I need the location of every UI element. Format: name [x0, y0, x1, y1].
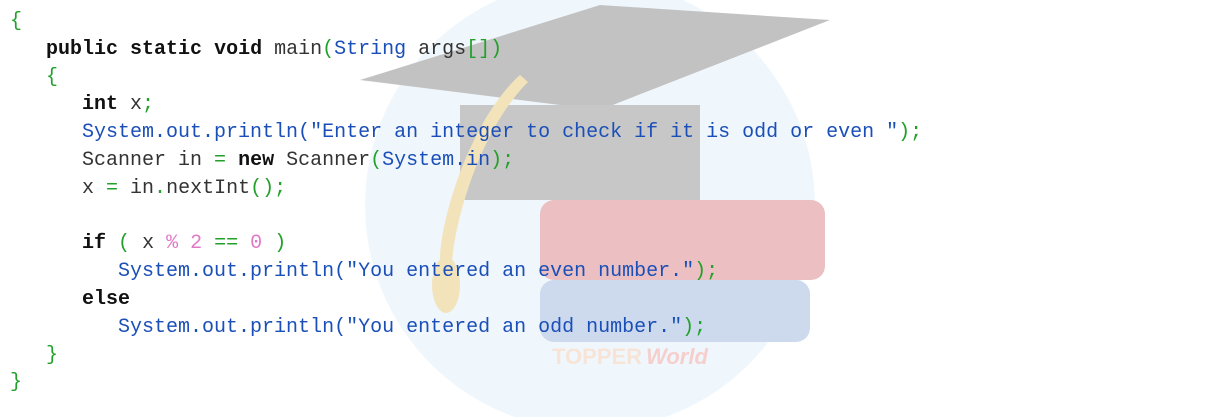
- punctuation-token: );: [694, 260, 719, 284]
- code-line: {: [10, 64, 922, 92]
- punctuation-token: );: [490, 148, 515, 172]
- code-line: {: [10, 8, 922, 36]
- method-call-token: System.out.println(: [118, 315, 347, 339]
- keyword-token: new: [238, 148, 275, 172]
- text-token: nextInt: [166, 176, 251, 200]
- code-line: else: [10, 286, 922, 314]
- string-literal-token: "You entered an even number.": [346, 260, 695, 284]
- code-line: System.out.println("You entered an odd n…: [10, 314, 922, 342]
- operator-token: =: [106, 176, 119, 200]
- text-token: x: [118, 93, 143, 117]
- keyword-token: if: [82, 232, 107, 256]
- operator-token: =: [214, 148, 227, 172]
- code-line: if ( x % 2 == 0 ): [10, 230, 922, 258]
- number-token: 2: [190, 232, 203, 256]
- punctuation-token: ;: [142, 93, 155, 117]
- text-token: x: [130, 232, 167, 256]
- text-token: args: [406, 37, 467, 61]
- code-line: }: [10, 369, 922, 397]
- string-literal-token: "Enter an integer to check if it is odd …: [310, 121, 899, 145]
- code-line: public static void main(String args[]): [10, 36, 922, 64]
- punctuation-token: (: [322, 37, 335, 61]
- keyword-token: public: [46, 37, 119, 61]
- text-token: Scanner: [274, 148, 371, 172]
- method-call-token: System.out.println(: [82, 121, 311, 145]
- code-line: System.out.println("Enter an integer to …: [10, 119, 922, 147]
- text-token: in: [118, 176, 155, 200]
- java-code-block: { public static void main(String args[])…: [10, 8, 922, 397]
- text-token: x: [10, 176, 107, 200]
- method-call-token: String: [334, 37, 407, 61]
- punctuation-token: );: [898, 121, 923, 145]
- method-call-token: System.in: [382, 148, 491, 172]
- code-line: }: [10, 342, 922, 370]
- punctuation-token: []): [466, 37, 503, 61]
- keyword-token: static: [130, 37, 203, 61]
- punctuation-token: {: [10, 10, 23, 33]
- text-token: main: [262, 37, 323, 61]
- punctuation-token: ();: [250, 176, 287, 200]
- punctuation-token: );: [682, 315, 707, 339]
- punctuation-token: {: [46, 65, 59, 89]
- punctuation-token: }: [10, 371, 23, 395]
- method-call-token: System.out.println(: [118, 260, 347, 284]
- keyword-token: void: [214, 37, 263, 61]
- punctuation-token: }: [46, 343, 59, 367]
- punctuation-token: .: [154, 176, 167, 200]
- code-line: System.out.println("You entered an even …: [10, 258, 922, 286]
- punctuation-token: (: [118, 232, 131, 256]
- operator-token: ==: [214, 232, 239, 256]
- code-line: x = in.nextInt();: [10, 175, 922, 203]
- code-line: int x;: [10, 91, 922, 119]
- number-token: %: [166, 232, 179, 256]
- keyword-token: else: [82, 287, 131, 311]
- punctuation-token: (: [370, 148, 383, 172]
- string-literal-token: "You entered an odd number.": [346, 315, 683, 339]
- text-token: Scanner in: [10, 148, 215, 172]
- number-token: 0: [250, 232, 263, 256]
- code-line: Scanner in = new Scanner(System.in);: [10, 147, 922, 175]
- punctuation-token: ): [274, 232, 287, 256]
- code-snippet-canvas: TOPPER World { public static void main(S…: [0, 0, 1228, 417]
- keyword-token: int: [82, 93, 119, 117]
